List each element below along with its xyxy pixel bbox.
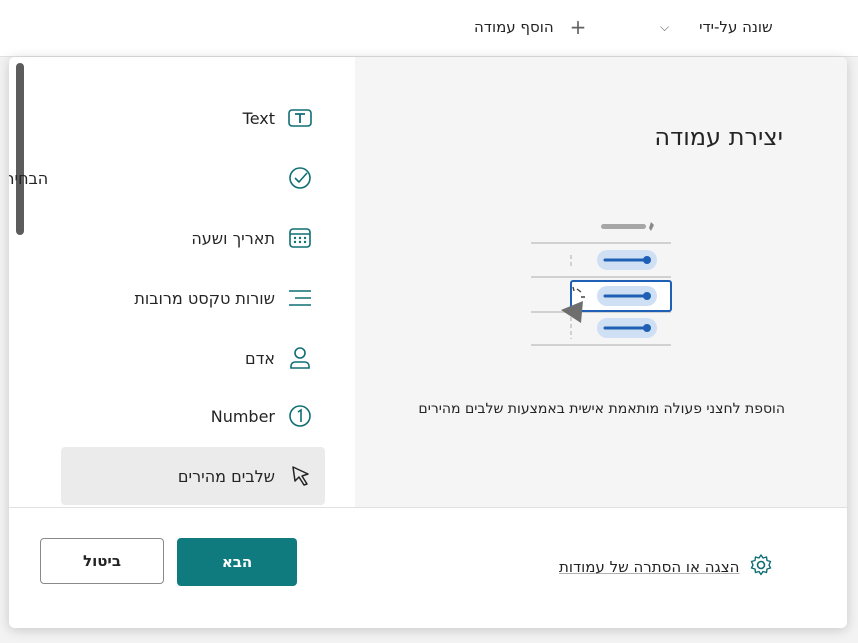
column-type-label: אדם: [244, 348, 275, 368]
show-hide-label: הצגה או הסתרה של עמודות: [559, 558, 740, 576]
next-button[interactable]: הבא: [177, 538, 297, 586]
column-type-label: הבחירה: [9, 168, 49, 188]
gear-icon: [749, 553, 773, 581]
modified-by-label: שונה על-ידי: [699, 18, 773, 36]
column-type-label: Number: [210, 406, 275, 426]
show-hide-columns-link[interactable]: הצגה או הסתרה של עמודות: [559, 554, 773, 580]
add-column-button[interactable]: + הוסף עמודה: [474, 16, 586, 38]
calendar-icon: [287, 225, 313, 251]
plus-icon: +: [569, 15, 587, 39]
column-type-label: שורות טקסט מרובות: [134, 288, 275, 308]
column-type-quick-steps[interactable]: שלבים מהירים: [61, 447, 325, 505]
dialog-footer: ביטול הבא הצגה או הסתרה של עמודות: [9, 507, 847, 628]
chevron-down-icon: ⌵: [660, 19, 670, 34]
create-column-dialog: Text הבחירה תאריך ושעה שורות טקסט מרובות: [9, 57, 847, 628]
quick-steps-icon: [287, 463, 313, 489]
preview-title: יצירת עמודה: [654, 123, 783, 151]
column-type-label: שלבים מהירים: [177, 466, 275, 486]
person-icon: [287, 345, 313, 371]
quick-steps-illustration: [531, 222, 672, 346]
column-type-choice[interactable]: הבחירה: [9, 149, 325, 207]
column-type-number[interactable]: Number: [61, 387, 325, 445]
column-type-list: Text הבחירה תאריך ושעה שורות טקסט מרובות: [9, 57, 355, 507]
modified-by-column-header[interactable]: שונה על-ידי ⌵: [660, 16, 773, 38]
preview-pane: יצירת עמודה הוספת לחצני פעולה מותאמת איש…: [355, 57, 847, 507]
add-column-label: הוסף עמודה: [474, 18, 554, 36]
cancel-button[interactable]: ביטול: [40, 538, 164, 584]
number-icon: [287, 403, 313, 429]
text-box-icon: [287, 105, 313, 131]
column-type-datetime[interactable]: תאריך ושעה: [61, 209, 325, 267]
column-type-text[interactable]: Text: [61, 89, 325, 147]
column-type-label: תאריך ושעה: [191, 228, 275, 248]
list-toolbar: + הוסף עמודה שונה על-ידי ⌵: [0, 0, 858, 57]
multiline-text-icon: [287, 285, 313, 311]
column-type-person[interactable]: אדם: [61, 329, 325, 387]
column-type-multiline-text[interactable]: שורות טקסט מרובות: [61, 269, 325, 327]
preview-description: הוספת לחצני פעולה מותאמת אישית באמצעות ש…: [418, 401, 785, 417]
choice-icon: [287, 165, 313, 191]
column-type-label: Text: [242, 108, 275, 128]
